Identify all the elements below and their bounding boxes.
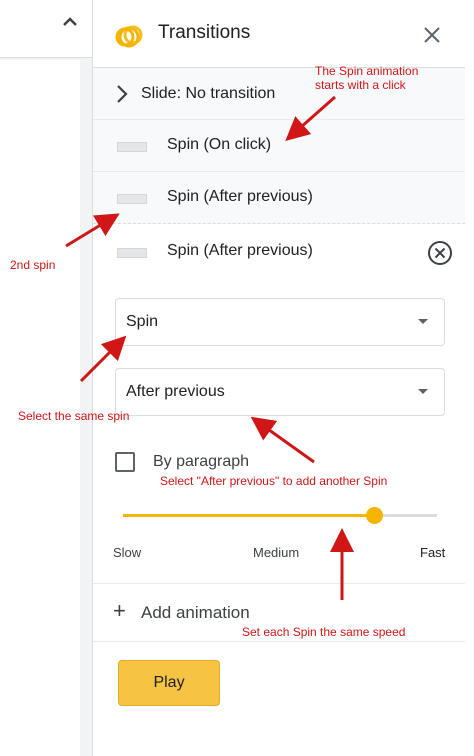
annotation-same-speed: Set each Spin the same speed [242, 625, 406, 639]
transitions-logo-icon [115, 25, 143, 48]
annotation-after-previous: Select "After previous" to add another S… [160, 474, 388, 488]
annotation-line: starts with a click [315, 78, 406, 92]
add-animation-label: Add animation [141, 603, 250, 622]
animation-item[interactable]: Spin (After previous) [93, 172, 465, 224]
annotation-select-same-spin: Select the same spin [18, 409, 130, 423]
animation-item[interactable]: Spin (On click) [93, 120, 465, 172]
annotation-spin-click: The Spin animation starts with a click [315, 64, 418, 92]
by-paragraph-checkbox[interactable] [115, 452, 135, 472]
effect-select-value: Spin [126, 313, 159, 330]
chevron-up-icon[interactable] [58, 10, 82, 34]
annotation-line: The Spin animation [315, 64, 419, 78]
speed-fast-label: Fast [420, 545, 446, 560]
speed-slider-fill [123, 514, 375, 517]
animation-thumbnail [117, 248, 147, 258]
speed-medium-label: Medium [253, 545, 300, 560]
animation-editor: Spin (After previous) Spin After previou… [93, 224, 465, 584]
annotation-second-spin: 2nd spin [10, 258, 56, 272]
by-paragraph-label: By paragraph [153, 453, 250, 470]
plus-icon: + [113, 598, 126, 623]
animation-label: Spin (After previous) [167, 188, 313, 205]
close-icon[interactable] [419, 22, 445, 48]
panel-title: Transitions [158, 22, 251, 43]
left-toolbar [0, 0, 92, 58]
left-sidebar [0, 0, 92, 756]
animation-label: Spin (After previous) [167, 242, 313, 259]
slide-transition-label: Slide: No transition [141, 85, 276, 102]
transitions-panel: Transitions Slide: No transition Spin (O… [92, 0, 465, 756]
speed-slider[interactable] [123, 507, 437, 524]
chevron-right-icon [117, 85, 128, 103]
slide-canvas-area [0, 60, 80, 756]
panel-header: Transitions [93, 0, 465, 68]
animation-thumbnail [117, 194, 147, 204]
dropdown-caret-icon [418, 389, 428, 394]
animation-label: Spin (On click) [167, 136, 272, 153]
remove-circle-icon[interactable] [427, 240, 453, 266]
start-condition-select[interactable]: After previous [115, 368, 445, 416]
speed-slider-thumb[interactable] [366, 507, 384, 524]
start-condition-value: After previous [126, 383, 225, 400]
play-button[interactable]: Play [118, 660, 220, 706]
dropdown-caret-icon [418, 319, 428, 324]
speed-slow-label: Slow [113, 545, 142, 560]
animation-thumbnail [117, 142, 147, 152]
effect-select[interactable]: Spin [115, 298, 445, 346]
